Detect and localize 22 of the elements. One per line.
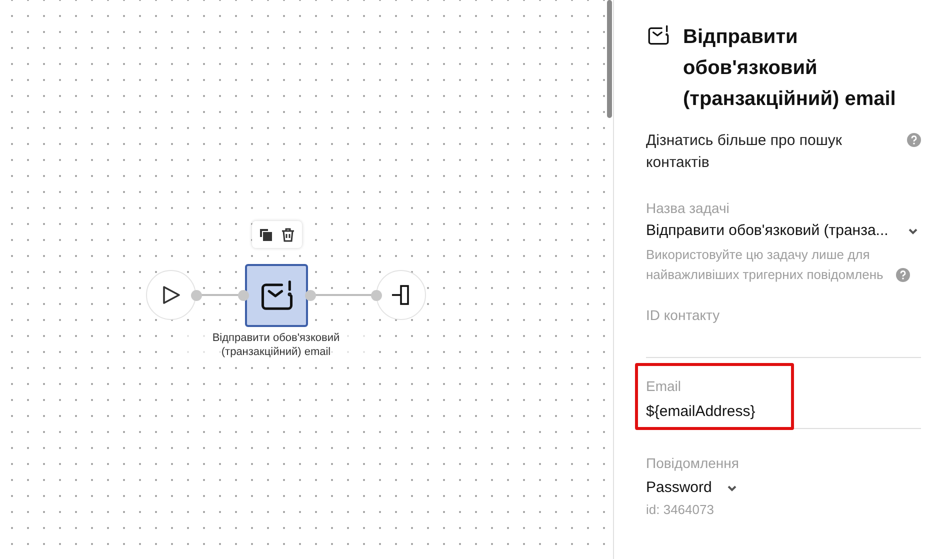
field-label: Назва задачі [646, 199, 730, 218]
field-label: Повідомлення [646, 454, 740, 473]
field-label: ID контакту [646, 306, 721, 325]
text-field[interactable]: Email ${emailAddress} [646, 376, 921, 429]
trash-icon[interactable] [280, 226, 296, 242]
message-select[interactable]: Password [646, 477, 738, 499]
start-node[interactable] [146, 270, 196, 320]
copy-icon[interactable] [258, 226, 274, 242]
end-node[interactable] [376, 270, 426, 320]
task-name-select[interactable]: Відправити обов'язковий (транза... [646, 220, 921, 242]
field-value: ${emailAddress} [646, 402, 756, 422]
help-icon[interactable] [907, 133, 921, 147]
field-label: Email [646, 377, 682, 396]
node-label: Відправити обов'язковий (транзакційний) email [186, 331, 366, 359]
help-link[interactable]: Дізнатись більше про пошук контактів [646, 130, 876, 174]
panel-title: Відправити обов'язковий (транзакційний) email [683, 25, 897, 112]
play-icon [160, 284, 182, 306]
task-node[interactable] [245, 264, 308, 327]
scrollbar[interactable] [607, 0, 612, 118]
field-hint: Використовуйте цю задачу лише для найважливіших тригерних повідомлень [646, 246, 884, 284]
help-icon[interactable] [896, 268, 910, 282]
message-id: id: 3464073 [646, 501, 715, 519]
